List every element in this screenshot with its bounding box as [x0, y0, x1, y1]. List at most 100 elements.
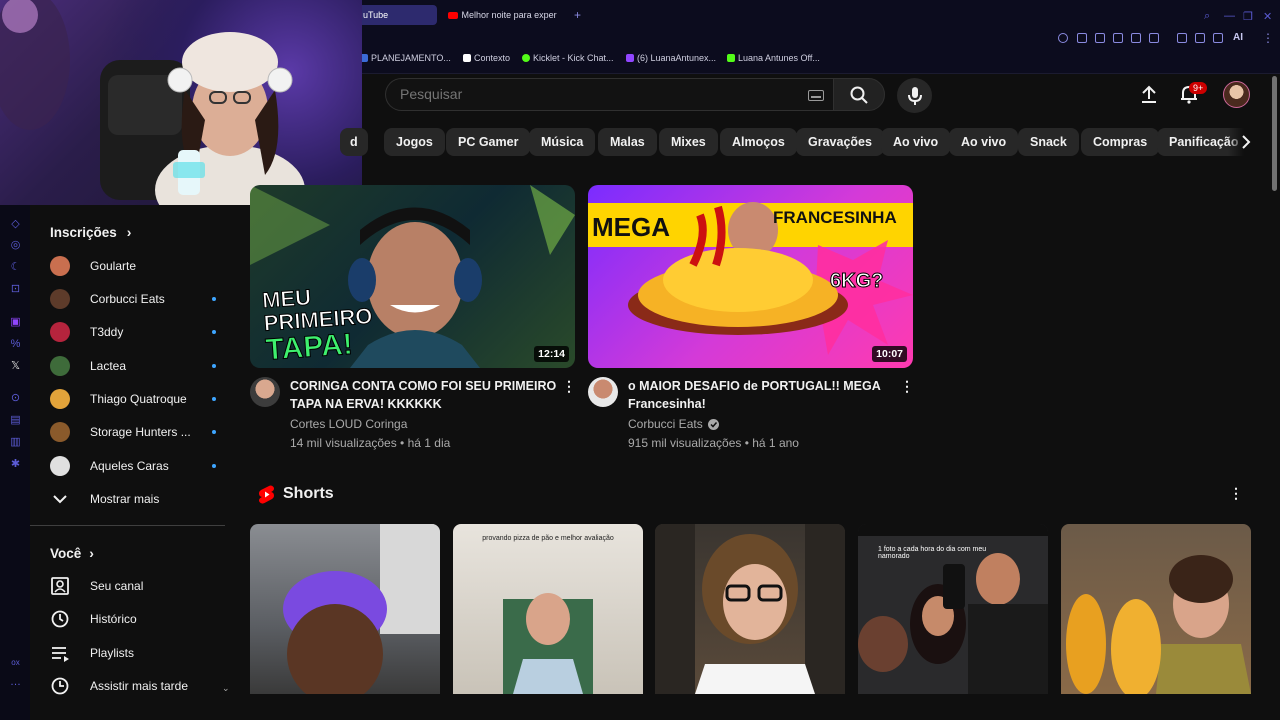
screenshot-icon[interactable] [1095, 33, 1105, 43]
pin-icon[interactable] [1077, 33, 1087, 43]
briefcase-icon[interactable]: ▥ [10, 437, 21, 448]
new-content-dot [212, 430, 216, 434]
browser-tab-youtube[interactable]: uTube [355, 5, 437, 25]
video-title[interactable]: o MAIOR DESAFIO de PORTUGAL!! MEGA Franc… [628, 377, 898, 413]
sidebar-item-thiago-quatroque[interactable]: Thiago Quatroque [50, 385, 240, 413]
sidebar-item-history[interactable]: Histórico [50, 605, 240, 633]
compass-icon[interactable]: ◎ [10, 240, 21, 251]
browser-tab-second[interactable]: Melhor noite para experime [440, 5, 565, 25]
you-header[interactable]: Você › [50, 545, 94, 561]
channel-avatar[interactable] [250, 377, 280, 407]
sidebar-item-your-channel[interactable]: Seu canal [50, 572, 240, 600]
subscription-name: T3ddy [90, 325, 124, 339]
video-thumbnail[interactable]: MEGA FRANCESINHA 6KG? 10:07 [588, 185, 913, 368]
chip[interactable]: Compras [1081, 128, 1160, 156]
settings-icon[interactable]: ✱ [10, 459, 21, 470]
download-icon[interactable] [1213, 33, 1223, 43]
video-menu-icon[interactable]: ⋮ [900, 378, 914, 395]
short-image [283, 524, 440, 694]
circle-play-icon[interactable]: ⊙ [10, 393, 21, 404]
wallet-icon[interactable] [1177, 33, 1187, 43]
avatar [50, 456, 70, 476]
new-content-dot [212, 364, 216, 368]
video-title[interactable]: CORINGA CONTA COMO FOI SEU PRIMEIRO TAPA… [290, 377, 560, 413]
subscription-name: Thiago Quatroque [90, 392, 187, 406]
sidebar-item-watch-later[interactable]: Assistir mais tarde [50, 672, 240, 700]
play-icon[interactable] [1131, 33, 1141, 43]
bookmark-twitch[interactable]: (6) LuanaAntunex... [626, 53, 716, 63]
bookmark-planejamento[interactable]: PLANEJAMENTO... [360, 53, 451, 63]
chip[interactable]: Malas [598, 128, 657, 156]
bookmark-contexto[interactable]: Contexto [463, 53, 510, 63]
channel-name[interactable]: Cortes LOUD Coringa [290, 417, 407, 431]
sidebar-divider [30, 525, 225, 526]
close-window-icon[interactable]: ✕ [1263, 10, 1272, 23]
show-more-button[interactable]: Mostrar mais [50, 485, 240, 513]
short-thumbnail[interactable]: provando pizza de pão e melhor avaliação [453, 524, 643, 694]
menu-dots-icon[interactable]: ⋮ [1262, 31, 1274, 45]
page-scrollbar[interactable] [1271, 76, 1278, 716]
sidebar-item-aqueles-caras[interactable]: Aqueles Caras [50, 452, 240, 480]
chevron-right-icon[interactable] [1240, 134, 1252, 150]
percent-icon[interactable]: % [10, 339, 21, 350]
chip[interactable]: PC Gamer [446, 128, 531, 156]
ai-button[interactable]: AI [1233, 32, 1243, 43]
x-icon[interactable]: 𝕏 [10, 361, 21, 372]
video-thumbnail[interactable]: MEU PRIMEIRO TAPA! 12:14 [250, 185, 575, 368]
document-icon[interactable]: ▤ [10, 415, 21, 426]
voice-search-button[interactable] [897, 78, 932, 113]
new-tab-button[interactable]: + [566, 5, 589, 25]
sidebar-item-goularte[interactable]: Goularte [50, 252, 240, 280]
zoom-icon[interactable] [1058, 33, 1068, 43]
extension-icon[interactable] [1113, 33, 1123, 43]
heart-icon[interactable] [1149, 33, 1159, 43]
short-thumbnail[interactable] [250, 524, 440, 694]
restore-icon[interactable]: ❐ [1243, 10, 1253, 23]
watch-later-icon [51, 677, 69, 695]
short-thumbnail[interactable] [1061, 524, 1251, 694]
account-avatar[interactable] [1223, 81, 1250, 108]
channel-name-row[interactable]: Corbucci Eats [628, 417, 719, 431]
subscriptions-header[interactable]: Inscrições › [50, 224, 131, 240]
box-icon[interactable] [1195, 33, 1205, 43]
sidebar-item-lactea[interactable]: Lactea [50, 352, 240, 380]
keyboard-icon[interactable] [808, 90, 824, 101]
minimize-icon[interactable]: — [1224, 10, 1235, 22]
chip[interactable]: d [340, 128, 368, 156]
chip[interactable]: Gravações [796, 128, 884, 156]
shorts-menu-icon[interactable]: ⋮ [1229, 485, 1243, 502]
video-menu-icon[interactable]: ⋮ [562, 378, 576, 395]
search-button[interactable] [833, 78, 885, 111]
sidebar-item-corbucci-eats[interactable]: Corbucci Eats [50, 285, 240, 313]
short-thumbnail[interactable]: 1 foto a cada hora do dia com meu namora… [858, 524, 1048, 694]
chip[interactable]: Jogos [384, 128, 445, 156]
scrollbar-thumb[interactable] [1272, 76, 1277, 191]
upload-icon[interactable] [1139, 84, 1159, 104]
chip[interactable]: Almoços [720, 128, 797, 156]
more-icon[interactable]: … [10, 677, 21, 688]
chip[interactable]: Mixes [659, 128, 718, 156]
scroll-down-icon[interactable]: ⌄ [222, 683, 230, 694]
diamond-icon[interactable]: ◇ [10, 219, 21, 230]
search-tabs-icon[interactable]: ⌕ [1204, 10, 1210, 23]
bookmark-kicklet[interactable]: Kicklet - Kick Chat... [522, 53, 614, 63]
moon-icon[interactable]: ☾ [10, 262, 21, 273]
chip[interactable]: Ao vivo [881, 128, 951, 156]
chip[interactable]: Snack [1018, 128, 1079, 156]
short-thumbnail[interactable] [655, 524, 845, 694]
chip[interactable]: Ao vivo [949, 128, 1019, 156]
bookmark-label: Contexto [474, 53, 511, 63]
chip[interactable]: Música [529, 128, 596, 156]
target-icon[interactable]: ⊡ [10, 284, 21, 295]
channel-avatar[interactable] [588, 377, 618, 407]
sidebar-item-playlists[interactable]: Playlists [50, 639, 240, 667]
bookmark-kick[interactable]: Luana Antunes Off... [727, 53, 820, 63]
sidebar-item-t3ddy[interactable]: T3ddy [50, 318, 240, 346]
twitch-icon[interactable]: ▣ [10, 317, 21, 328]
tab-label: uTube [363, 10, 389, 20]
shorts-section-title: Shorts [283, 485, 334, 502]
subscriptions-title: Inscrições [50, 224, 117, 240]
ox-icon[interactable]: ox [10, 657, 21, 668]
search-input[interactable] [400, 86, 800, 102]
sidebar-item-storage-hunters[interactable]: Storage Hunters ... [50, 418, 240, 446]
